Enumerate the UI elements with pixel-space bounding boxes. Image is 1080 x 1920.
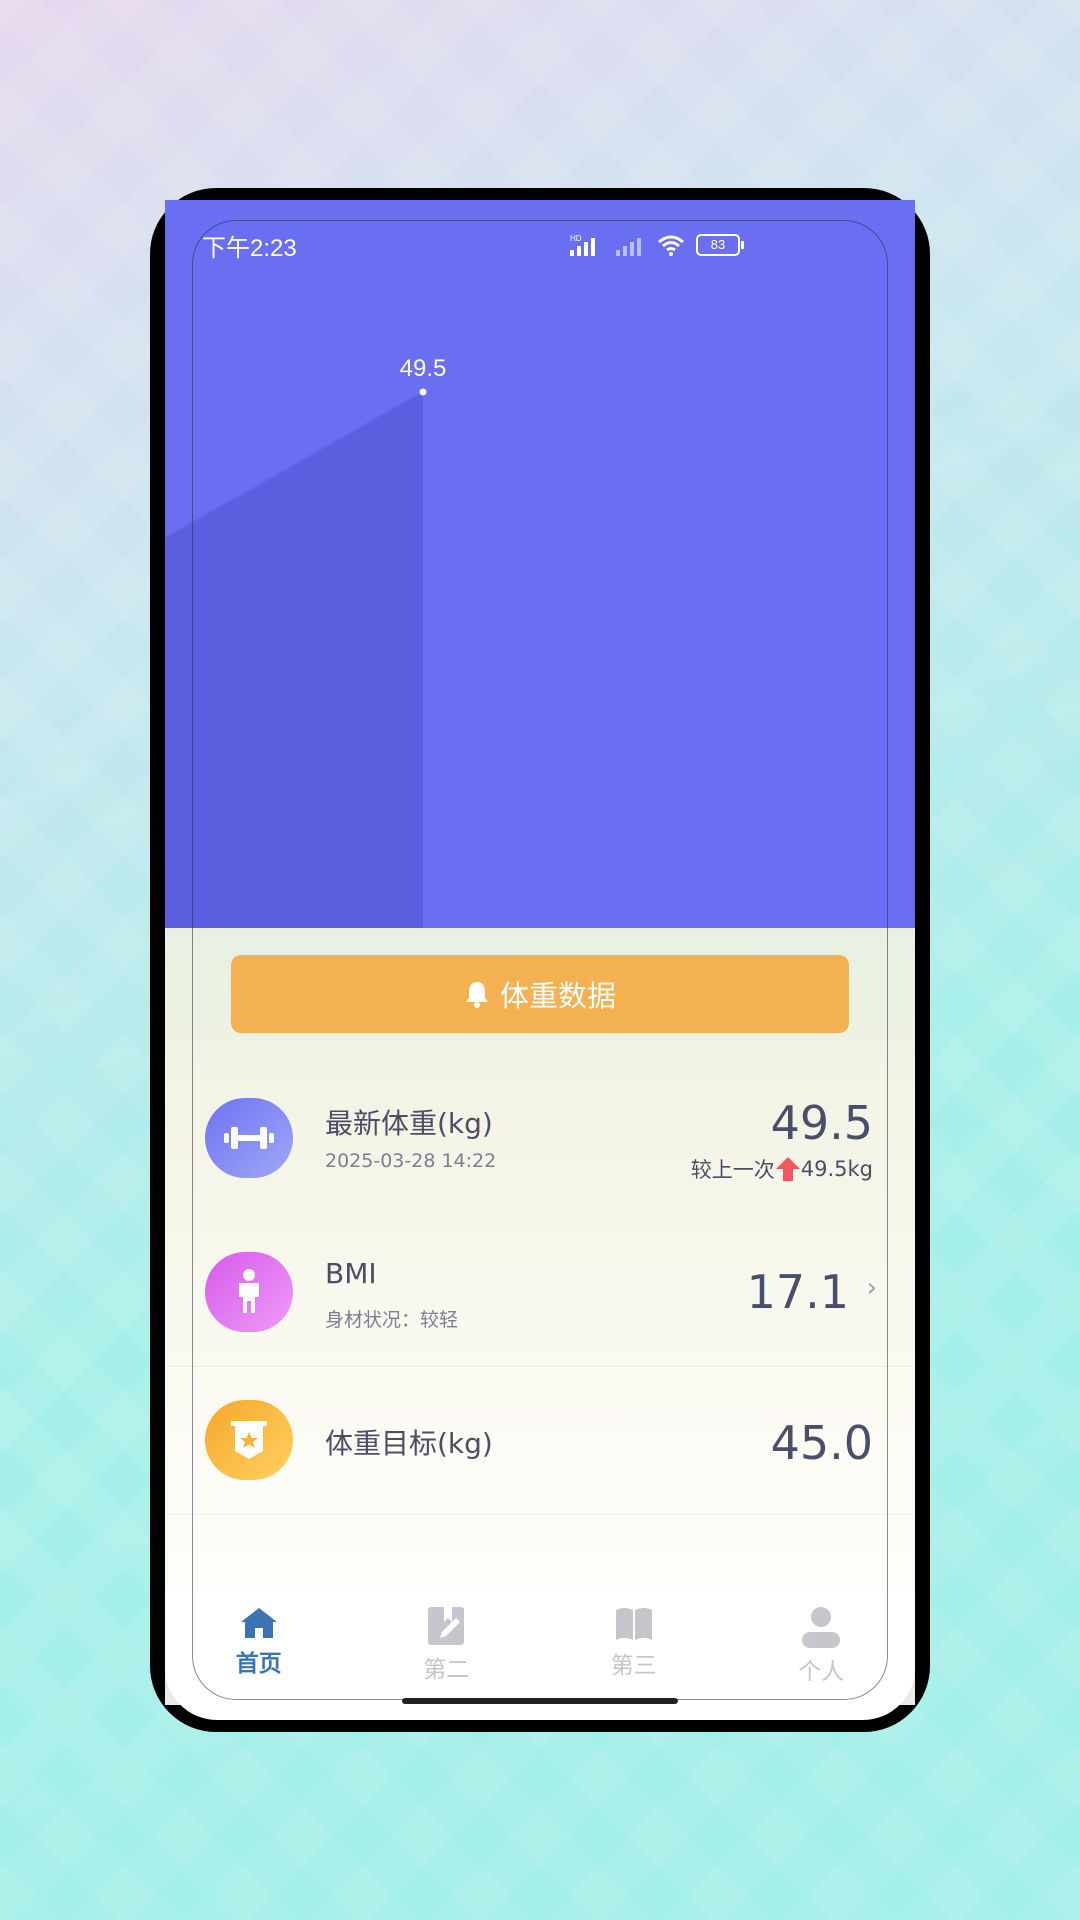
chart-point-label: 49.5 bbox=[400, 355, 447, 382]
wifi-icon bbox=[658, 235, 684, 256]
bell-icon bbox=[465, 982, 488, 1008]
tab-home-label: 首页 bbox=[235, 1651, 282, 1677]
tab-third-label: 第三 bbox=[610, 1653, 657, 1679]
chevron-right-icon[interactable]: › bbox=[867, 1273, 877, 1303]
signal-weak-icon bbox=[616, 238, 641, 256]
change-prefix: 较上一次 bbox=[690, 1158, 775, 1182]
tab-second[interactable]: 第二 bbox=[353, 1590, 541, 1705]
home-icon bbox=[240, 1608, 277, 1638]
tab-profile[interactable]: 个人 bbox=[728, 1590, 916, 1705]
battery-icon: 83 bbox=[696, 234, 744, 256]
row-divider bbox=[165, 1366, 915, 1367]
person-icon bbox=[239, 1269, 259, 1313]
goal-value: 45.0 bbox=[770, 1416, 873, 1470]
status-icons: HD 83 bbox=[568, 232, 744, 258]
weight-data-label: 体重数据 bbox=[499, 979, 616, 1013]
latest-weight-title: 最新体重(kg) bbox=[325, 1107, 493, 1140]
user-icon bbox=[802, 1607, 841, 1648]
goal-flag-icon bbox=[231, 1421, 267, 1459]
weight-data-button[interactable]: 体重数据 bbox=[231, 955, 849, 1033]
edit-document-icon bbox=[428, 1607, 465, 1645]
weight-chart: 49.5 bbox=[165, 200, 915, 928]
bmi-status: 身材状况：较轻 bbox=[325, 1309, 459, 1331]
bottom-tab-bar: 首页 第二 第三 个人 bbox=[165, 1590, 915, 1705]
bmi-row[interactable]: BMI 身材状况：较轻 17.1 › bbox=[165, 1205, 915, 1353]
bmi-value: 17.1 bbox=[746, 1265, 849, 1319]
signal-hd-icon: HD bbox=[570, 234, 595, 256]
tab-second-label: 第二 bbox=[423, 1657, 470, 1683]
dumbbell-icon-badge bbox=[205, 1098, 293, 1178]
goal-title: 体重目标(kg) bbox=[325, 1427, 493, 1460]
person-icon-badge bbox=[205, 1252, 293, 1332]
book-icon bbox=[615, 1608, 652, 1640]
home-indicator[interactable] bbox=[402, 1698, 678, 1704]
latest-weight-value: 49.5 bbox=[770, 1096, 873, 1150]
svg-text:HD: HD bbox=[570, 234, 582, 243]
bmi-title: BMI bbox=[325, 1257, 377, 1290]
change-value: 49.5kg bbox=[800, 1157, 873, 1181]
chart-data-point bbox=[419, 388, 427, 396]
goal-flag-icon-badge bbox=[205, 1400, 293, 1480]
tab-third[interactable]: 第三 bbox=[540, 1590, 728, 1705]
weight-goal-row[interactable]: 体重目标(kg) 45.0 bbox=[165, 1360, 915, 1508]
weight-change-note: 较上一次 49.5kg bbox=[691, 1154, 873, 1184]
tab-home[interactable]: 首页 bbox=[165, 1590, 353, 1705]
status-time: 下午2:23 bbox=[202, 235, 297, 262]
arrow-up-icon bbox=[775, 1157, 800, 1181]
latest-weight-row[interactable]: 最新体重(kg) 2025-03-28 14:22 49.5 较上一次 49.5… bbox=[165, 1050, 915, 1198]
latest-weight-time: 2025-03-28 14:22 bbox=[325, 1150, 497, 1172]
dumbbell-icon bbox=[224, 1127, 274, 1149]
tab-profile-label: 个人 bbox=[798, 1659, 845, 1685]
row-divider bbox=[165, 1514, 915, 1515]
